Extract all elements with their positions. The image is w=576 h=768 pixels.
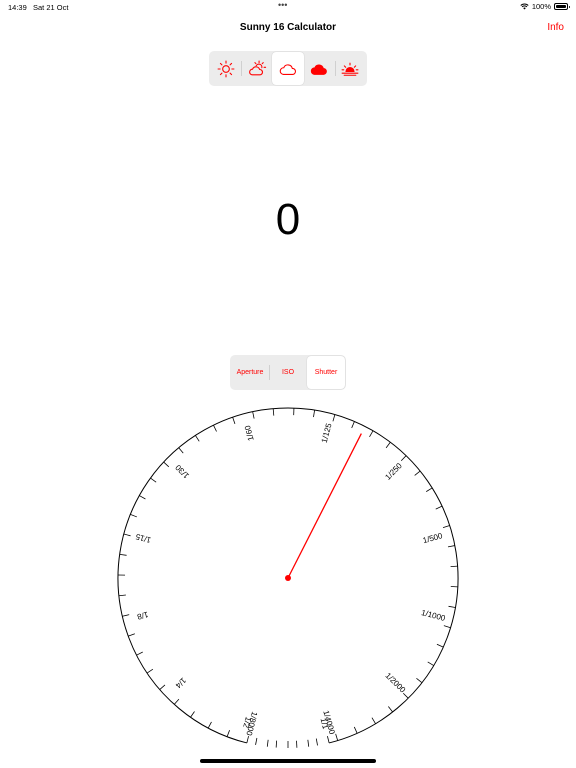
dial-tick — [190, 711, 195, 718]
dial-tick — [427, 661, 434, 666]
dial-tick — [388, 706, 393, 713]
dial-tick — [150, 477, 157, 483]
dial-label: 1/8 — [136, 610, 150, 622]
dial-tick — [163, 461, 170, 468]
dial-tick — [173, 698, 180, 705]
dial-tick — [146, 668, 154, 674]
dial-tick — [307, 739, 310, 747]
dial-tick — [332, 414, 336, 422]
dial-tick — [385, 441, 391, 449]
dial-tick — [136, 651, 143, 656]
dial-label: 1/2000 — [383, 671, 407, 695]
dial-tick — [226, 730, 230, 737]
dial-tick — [207, 721, 212, 729]
dial-tick — [195, 435, 200, 442]
dial-tick — [327, 736, 330, 744]
shutter-dial[interactable]: 1/11/21/41/81/151/301/60 1/1251/2501/5001… — [0, 0, 576, 768]
dial-tick — [416, 678, 423, 683]
dial-tick — [252, 411, 255, 419]
dial-tick — [442, 525, 450, 529]
dial-tick — [426, 487, 433, 492]
dial-tick — [436, 643, 444, 648]
dial-tick — [315, 738, 318, 746]
dial-tick — [119, 553, 127, 556]
dial-tick — [255, 737, 258, 745]
dial-tick — [335, 733, 339, 741]
dial-needle[interactable] — [287, 433, 362, 579]
dial-tick — [123, 533, 131, 537]
dial-label: 1/1000 — [420, 608, 446, 623]
dial-tick — [246, 736, 249, 744]
dial-tick — [272, 408, 275, 416]
dial-tick — [213, 425, 217, 432]
dial-tick — [266, 739, 269, 747]
dial-label: 1/60 — [243, 424, 256, 442]
dial-tick — [122, 614, 130, 617]
dial-tick — [351, 421, 355, 429]
dial-tick — [118, 594, 126, 597]
dial-tick — [130, 513, 138, 518]
dial-label: 1/125 — [320, 422, 334, 444]
dial-tick — [448, 605, 456, 608]
dial-label: 1/15 — [134, 532, 152, 545]
dial-tick — [159, 684, 166, 690]
dial-tick — [139, 495, 146, 500]
dial-tick — [414, 470, 421, 476]
dial-tick — [447, 545, 455, 548]
dial-tick — [313, 410, 315, 418]
dial-tick — [369, 430, 374, 438]
dial-tick — [443, 625, 451, 629]
dial-tick — [400, 455, 407, 462]
dial-tick — [435, 505, 443, 510]
dial-label: 1/500 — [422, 531, 444, 545]
dial-pivot — [285, 575, 291, 581]
dial-tick — [128, 633, 135, 637]
dial-label: 1/4 — [173, 676, 188, 691]
dial-label: 1/250 — [383, 461, 404, 482]
dial-tick — [371, 717, 376, 724]
dial-tick — [353, 726, 358, 734]
dial-tick — [178, 447, 184, 454]
dial-tick — [232, 417, 236, 425]
home-indicator[interactable] — [200, 759, 376, 763]
dial-label: 1/30 — [173, 462, 191, 480]
dial-tick — [402, 692, 409, 699]
